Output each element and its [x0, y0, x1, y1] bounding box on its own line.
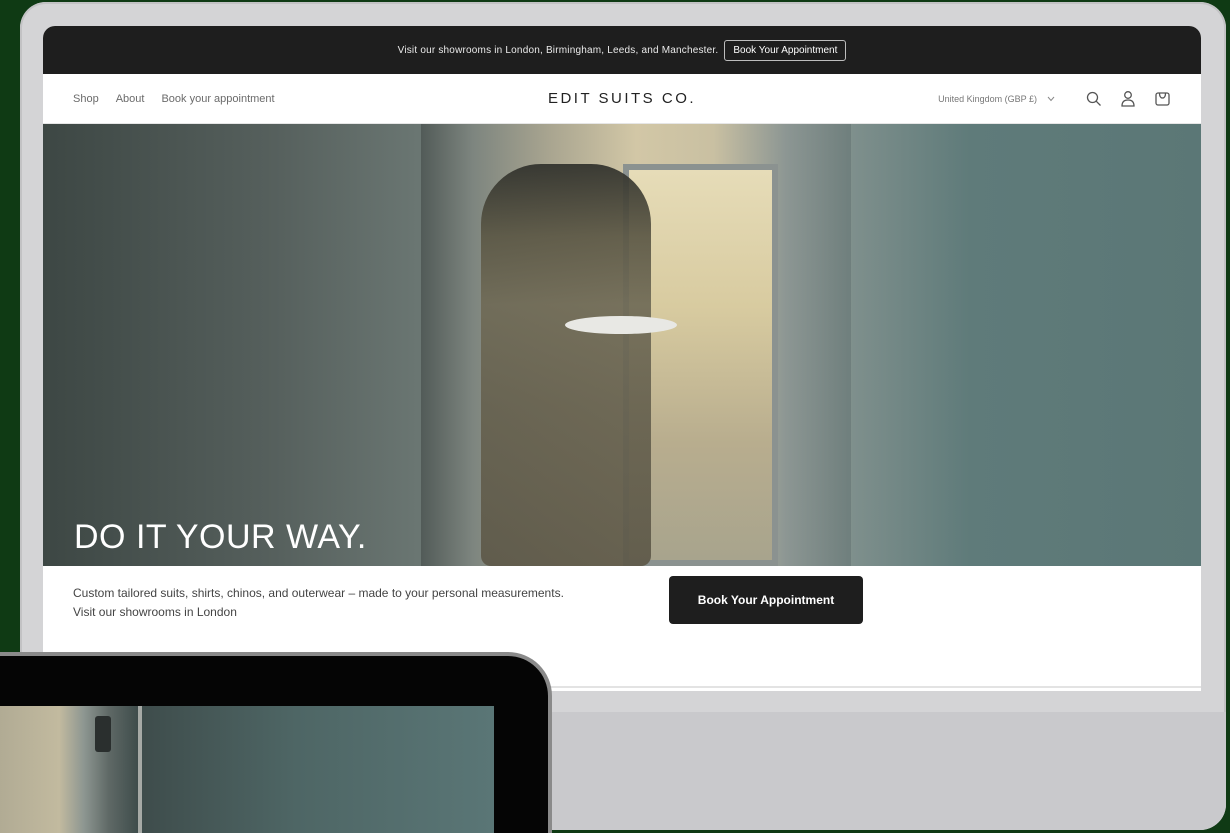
laptop-screen-photo — [0, 706, 494, 833]
announcement-bar: Visit our showrooms in London, Birmingha… — [43, 26, 1201, 74]
header-actions: United Kingdom (GBP £) — [938, 90, 1171, 108]
site-header: Shop About Book your appointment EDIT SU… — [43, 74, 1201, 124]
hero-title: DO IT YOUR WAY. — [74, 518, 367, 556]
laptop-photo-door-edge — [138, 706, 142, 833]
hero-photo-model — [481, 164, 651, 566]
laptop-overlay — [0, 652, 552, 833]
book-appointment-button[interactable]: Book Your Appointment — [669, 576, 863, 624]
intro-text: Custom tailored suits, shirts, chinos, a… — [73, 586, 564, 619]
account-icon[interactable] — [1119, 90, 1137, 108]
laptop-photo-door-handle — [95, 716, 111, 752]
chevron-down-icon — [1047, 94, 1055, 104]
hero-photo-plate — [565, 316, 677, 334]
website-screen: Visit our showrooms in London, Birmingha… — [43, 26, 1201, 691]
announcement-text: Visit our showrooms in London, Birmingha… — [397, 44, 719, 56]
hero-banner: DO IT YOUR WAY. — [43, 124, 1201, 566]
country-selector[interactable]: United Kingdom (GBP £) — [938, 94, 1055, 104]
announcement-book-button[interactable]: Book Your Appointment — [724, 39, 847, 61]
country-label: United Kingdom (GBP £) — [938, 93, 1037, 104]
search-icon[interactable] — [1085, 90, 1103, 108]
cart-icon[interactable] — [1153, 90, 1171, 108]
